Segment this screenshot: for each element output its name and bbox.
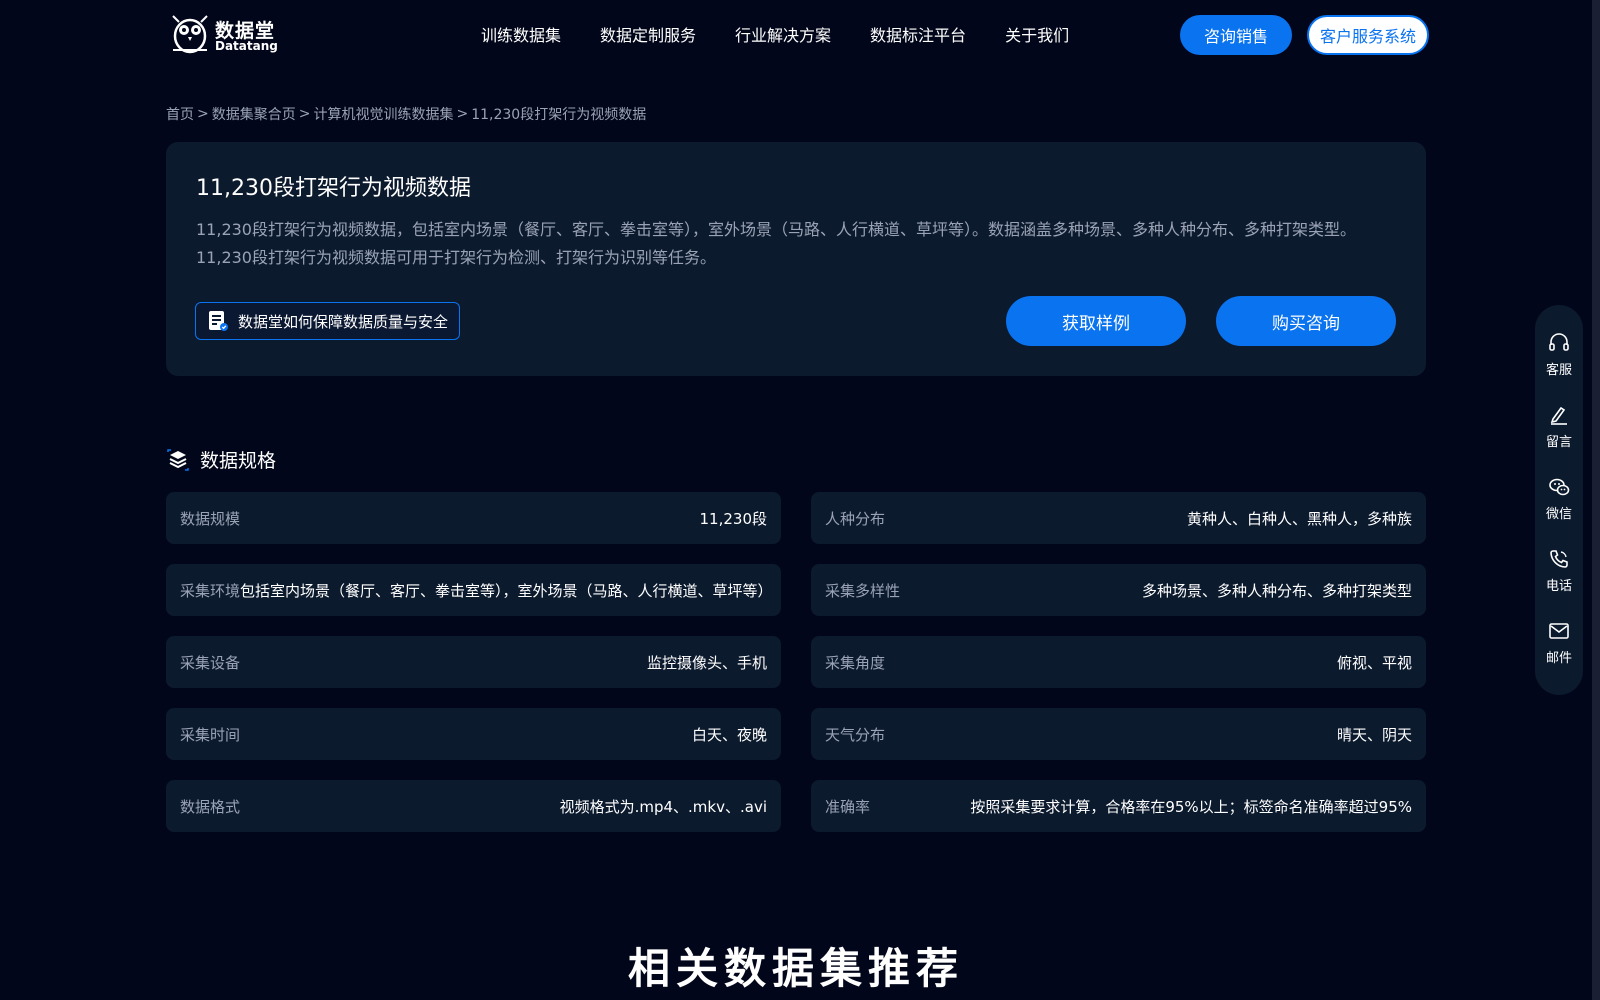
spec-value: 按照采集要求计算，合格率在95%以上；标签命名准确率超过95% xyxy=(970,797,1412,816)
quality-security-link[interactable]: 数据堂如何保障数据质量与安全 xyxy=(195,302,460,340)
breadcrumb-separator: > xyxy=(298,106,311,122)
layers-icon xyxy=(166,448,190,472)
document-shield-icon xyxy=(207,310,229,332)
spec-value: 白天、夜晚 xyxy=(691,725,767,744)
spec-value: 黄种人、白种人、黑种人，多种族 xyxy=(1186,509,1412,528)
logo-text: 数据堂 Datatang xyxy=(215,16,285,56)
side-item-label: 客服 xyxy=(1545,363,1572,378)
description-line-1: 11,230段打架行为视频数据，包括室内场景（餐厅、客厅、拳击室等），室外场景（… xyxy=(196,220,1356,239)
spec-card-weather: 天气分布 晴天、阴天 xyxy=(811,708,1426,760)
spec-card-format: 数据格式 视频格式为.mp4、.mkv、.avi xyxy=(166,780,781,832)
side-item-phone[interactable]: 电话 xyxy=(1546,547,1572,619)
spec-label: 人种分布 xyxy=(825,509,886,528)
nav-item-annotation-platform[interactable]: 数据标注平台 xyxy=(870,22,966,46)
headset-icon xyxy=(1547,331,1571,355)
consult-sales-button[interactable]: 咨询销售 xyxy=(1180,15,1292,55)
spec-label: 采集环境 xyxy=(180,581,241,600)
logo[interactable]: 数据堂 Datatang xyxy=(167,10,279,56)
side-item-wechat[interactable]: 微信 xyxy=(1546,475,1572,547)
side-item-customer-service[interactable]: 客服 xyxy=(1546,331,1572,403)
spec-value: 俯视、平视 xyxy=(1336,653,1412,672)
spec-value: 多种场景、多种人种分布、多种打架类型 xyxy=(1141,581,1412,600)
phone-icon xyxy=(1547,547,1571,571)
related-datasets-heading: 相关数据集推荐 xyxy=(627,944,964,993)
spec-label: 数据规模 xyxy=(180,509,241,528)
spec-label: 准确率 xyxy=(825,797,871,816)
main-nav: 训练数据集 数据定制服务 行业解决方案 数据标注平台 关于我们 xyxy=(481,22,1069,46)
customer-service-button[interactable]: 客户服务系统 xyxy=(1307,15,1429,55)
pen-icon xyxy=(1547,403,1571,427)
get-sample-button[interactable]: 获取样例 xyxy=(1006,296,1186,346)
wechat-icon xyxy=(1547,475,1571,499)
breadcrumb-separator: > xyxy=(197,106,209,122)
spec-card-diversity: 采集多样性 多种场景、多种人种分布、多种打架类型 xyxy=(811,564,1426,616)
breadcrumb: 首页 > 数据集聚合页 > 计算机视觉训练数据集 > 11,230段打架行为视频… xyxy=(166,104,646,124)
spec-card-environment: 采集环境 包括室内场景（餐厅、客厅、拳击室等），室外场景（马路、人行横道、草坪等… xyxy=(166,564,781,616)
spec-card-accuracy: 准确率 按照采集要求计算，合格率在95%以上；标签命名准确率超过95% xyxy=(811,780,1426,832)
specs-section-title: 数据规格 xyxy=(200,450,277,472)
spec-card-device: 采集设备 监控摄像头、手机 xyxy=(166,636,781,688)
dataset-hero-card: 11,230段打架行为视频数据 11,230段打架行为视频数据，包括室内场景（餐… xyxy=(166,142,1426,376)
purchase-consult-button[interactable]: 购买咨询 xyxy=(1216,296,1396,346)
description-line-2: 11,230段打架行为视频数据可用于打架行为检测、打架行为识别等任务。 xyxy=(196,248,716,267)
spec-label: 采集角度 xyxy=(825,653,886,672)
page-scrollbar[interactable] xyxy=(1592,0,1600,1000)
nav-item-about[interactable]: 关于我们 xyxy=(1005,22,1069,46)
mail-icon xyxy=(1547,619,1571,643)
dataset-description: 11,230段打架行为视频数据，包括室内场景（餐厅、客厅、拳击室等），室外场景（… xyxy=(196,216,1396,272)
owl-logo-icon xyxy=(172,15,208,54)
floating-contact-toolbar: 客服 留言 微信 电话 邮件 xyxy=(1535,305,1583,695)
spec-value: 11,230段 xyxy=(699,509,768,528)
spec-value: 晴天、阴天 xyxy=(1336,725,1412,744)
spec-card-scale: 数据规模 11,230段 xyxy=(166,492,781,544)
breadcrumb-current: 11,230段打架行为视频数据 xyxy=(471,107,647,123)
logo-en-text: Datatang xyxy=(215,39,278,53)
spec-label: 采集设备 xyxy=(180,653,241,672)
side-item-email[interactable]: 邮件 xyxy=(1546,619,1572,691)
nav-item-datasets[interactable]: 训练数据集 xyxy=(481,22,561,46)
spec-value: 视频格式为.mp4、.mkv、.avi xyxy=(559,797,767,816)
side-item-label: 留言 xyxy=(1545,435,1572,450)
nav-item-custom-data[interactable]: 数据定制服务 xyxy=(600,22,696,46)
breadcrumb-cv-datasets[interactable]: 计算机视觉训练数据集 xyxy=(313,104,453,124)
spec-label: 天气分布 xyxy=(825,725,886,744)
breadcrumb-separator: > xyxy=(456,106,469,122)
breadcrumb-home[interactable]: 首页 xyxy=(166,104,194,124)
spec-card-race: 人种分布 黄种人、白种人、黑种人，多种族 xyxy=(811,492,1426,544)
nav-item-solutions[interactable]: 行业解决方案 xyxy=(735,22,831,46)
spec-value: 包括室内场景（餐厅、客厅、拳击室等），室外场景（马路、人行横道、草坪等） xyxy=(240,581,773,600)
spec-card-angle: 采集角度 俯视、平视 xyxy=(811,636,1426,688)
side-item-label: 电话 xyxy=(1545,579,1572,594)
spec-card-time: 采集时间 白天、夜晚 xyxy=(166,708,781,760)
quality-link-label: 数据堂如何保障数据质量与安全 xyxy=(238,312,449,331)
page-title: 11,230段打架行为视频数据 xyxy=(196,176,471,201)
site-header: 数据堂 Datatang 训练数据集 数据定制服务 行业解决方案 数据标注平台 … xyxy=(0,0,1592,70)
spec-value: 监控摄像头、手机 xyxy=(646,653,767,672)
side-item-label: 邮件 xyxy=(1545,651,1572,666)
side-item-label: 微信 xyxy=(1545,507,1572,522)
specs-section-heading: 数据规格 xyxy=(166,446,276,473)
spec-label: 采集多样性 xyxy=(825,581,901,600)
spec-label: 数据格式 xyxy=(180,797,241,816)
side-item-message[interactable]: 留言 xyxy=(1546,403,1572,475)
breadcrumb-aggregate[interactable]: 数据集聚合页 xyxy=(212,104,296,124)
spec-label: 采集时间 xyxy=(180,725,241,744)
